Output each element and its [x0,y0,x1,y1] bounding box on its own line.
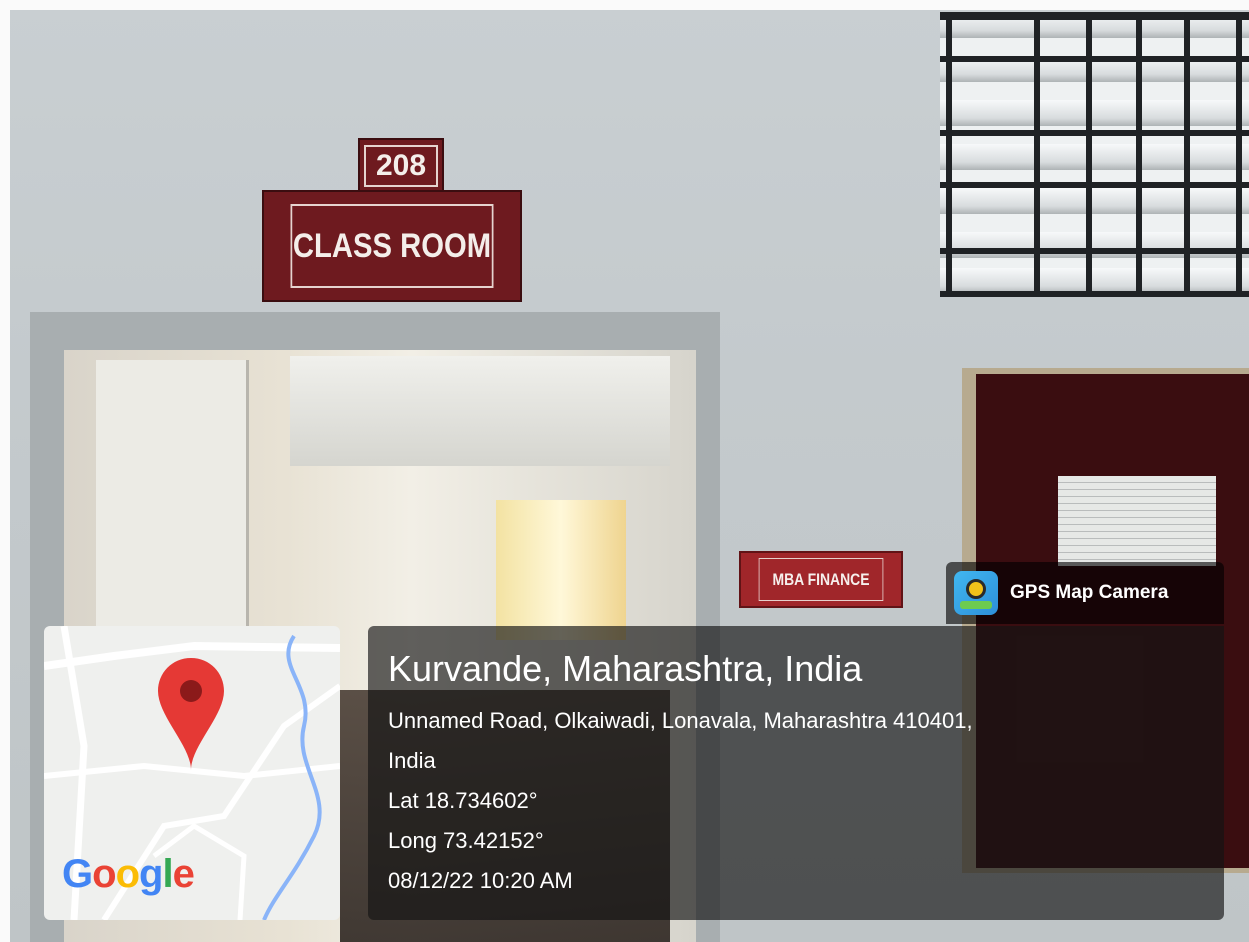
classroom-sign-text: CLASS ROOM [290,204,494,288]
place-name: Kurvande, Maharashtra, India [388,648,863,689]
classroom-sign: CLASS ROOM [262,190,522,302]
datetime: 08/12/22 10:20 AM [388,868,573,893]
notice-paper [1058,476,1216,566]
map-pin-icon [158,658,224,770]
longitude: Long 73.42152° [388,828,544,853]
photo-border-top [0,0,1249,10]
department-sign: MBA FINANCE [739,551,903,608]
app-name: GPS Map Camera [1010,582,1169,603]
window-curtain [496,500,626,640]
department-sign-text: MBA FINANCE [758,558,884,601]
photo: 208 CLASS ROOM MBA FINANCE GPS Map Camer… [0,0,1249,942]
address-line-2: India [388,748,436,773]
gps-app-tag: GPS Map Camera [946,562,1224,624]
room-number-text: 208 [364,145,438,187]
ceiling-beam [290,356,670,466]
google-logo: Google [62,852,195,896]
address-line-1: Unnamed Road, Olkaiwadi, Lonavala, Mahar… [388,708,973,733]
door-leaf [96,360,249,660]
photo-border-left [0,0,10,942]
latitude: Lat 18.734602° [388,788,538,813]
window-grille [940,12,1249,297]
location-info-panel: Kurvande, Maharashtra, India Unnamed Roa… [368,626,1224,920]
room-number-sign: 208 [358,138,444,194]
gps-map-camera-icon [954,571,998,615]
map-thumbnail: Google [44,626,340,920]
